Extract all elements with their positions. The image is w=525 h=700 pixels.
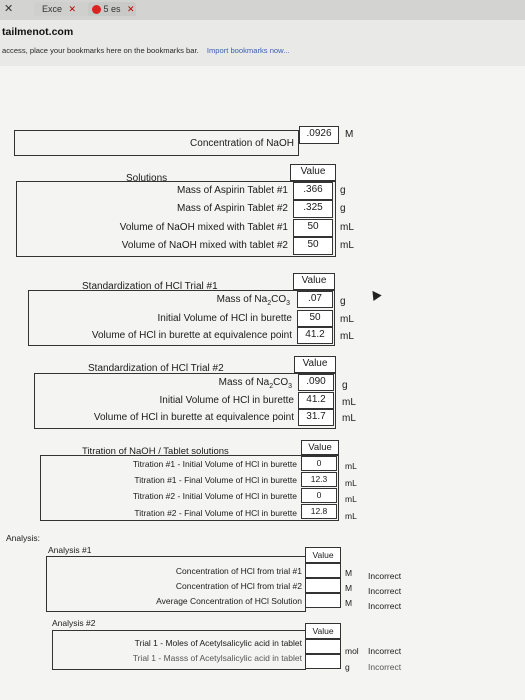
std2-label: Initial Volume of HCl in burette [159,395,294,406]
tab-label: Exce [42,4,63,14]
tab-close-icon[interactable]: ✕ [69,4,77,14]
titration-unit: mL [345,478,357,488]
analysis2-unit: g [345,662,350,672]
solution-label: Mass of Aspirin Tablet #1 [177,185,288,196]
titration-unit: mL [345,494,357,504]
std1-unit: mL [340,314,354,325]
analysis1-label: Concentration of HCl from trial #2 [175,581,302,591]
analysis2-label: Trial 1 - Moles of Acetylsalicylic acid … [134,638,302,648]
analysis1-label: Average Concentration of HCl Solution [156,596,302,606]
std2-value-header: Value [294,356,336,373]
analysis1-unit: M [345,598,353,608]
naoh-label-cell[interactable]: Concentration of NaOH [14,130,299,156]
titration-value-header: Value [301,440,339,455]
url-text: tailmenot.com [2,26,74,38]
browser-tab-bar: ✕ Exce ✕ 5 es ✕ [0,0,525,20]
std2-unit: g [342,380,348,391]
std2-label: Volume of HCl in burette at equivalence … [93,412,294,423]
solution-unit: mL [340,222,354,233]
titration-value[interactable]: 12.3 [301,472,337,487]
analysis2-status: Incorrect [368,646,402,656]
std1-unit: g [340,296,346,307]
std1-value[interactable]: 50 [297,310,333,327]
tab-label: 5 es [103,4,121,14]
std1-value[interactable]: 41.2 [297,327,333,344]
solution-unit: mL [340,240,354,251]
std1-value-header: Value [293,273,335,290]
record-icon [92,5,101,15]
titration-value[interactable]: 12.8 [301,504,337,519]
analysis2-value-header: Value [305,623,341,639]
analysis2-title: Analysis #2 [52,618,96,628]
solution-value[interactable]: 50 [293,219,333,237]
titration-unit: mL [345,461,357,471]
analysis1-status: Incorrect [368,601,402,611]
solution-label: Volume of NaOH mixed with Tablet #1 [119,222,288,233]
solution-value[interactable]: 50 [293,237,333,255]
analysis2-unit: mol [345,646,359,656]
titration-value[interactable]: 0 [301,488,337,503]
titration-label: Titration #2 - Final Volume of HCl in bu… [134,508,297,518]
close-icon[interactable]: ✕ [4,2,16,16]
address-bar[interactable]: tailmenot.com [0,26,525,42]
titration-unit: mL [345,511,357,521]
analysis1-unit: M [345,583,353,593]
solution-value[interactable]: .325 [293,200,333,218]
std1-label: Initial Volume of HCl in burette [157,313,292,324]
std2-value[interactable]: .090 [298,374,334,391]
std2-label: Mass of Na2CO3 [218,377,292,390]
tab-close-icon[interactable]: ✕ [127,4,135,14]
std2-value[interactable]: 31.7 [298,409,334,426]
analysis2-value-input[interactable] [305,639,341,654]
solution-label: Volume of NaOH mixed with tablet #2 [121,240,288,251]
tab-excel[interactable]: Exce ✕ [34,2,92,16]
bookmarks-hint: access, place your bookmarks here on the… [2,46,199,55]
solution-unit: g [340,185,346,196]
naoh-value-cell[interactable]: .0926 [299,126,339,144]
analysis-label: Analysis: [6,533,41,543]
analysis2-value-input[interactable] [305,654,341,669]
naoh-label: Concentration of NaOH [190,138,294,149]
bookmarks-bar: access, place your bookmarks here on the… [0,46,525,58]
titration-label: Titration #1 - Final Volume of HCl in bu… [134,475,297,485]
titration-label: Titration #2 - Initial Volume of HCl in … [132,491,297,501]
solution-unit: g [340,203,346,214]
std2-value[interactable]: 41.2 [298,392,334,409]
analysis2-label: Trial 1 - Masss of Acetylsalicylic acid … [132,653,302,663]
analysis1-value-input[interactable] [305,578,341,593]
titration-label: Titration #1 - Initial Volume of HCl in … [132,459,297,469]
solution-label: Mass of Aspirin Tablet #2 [177,203,288,214]
analysis2-status: Incorrect [368,662,402,672]
std1-label: Mass of Na2CO3 [216,294,290,307]
analysis1-status: Incorrect [368,571,402,581]
analysis1-label: Concentration of HCl from trial #1 [175,566,302,576]
analysis2-table [52,630,306,670]
solution-value[interactable]: .366 [293,182,333,200]
analysis1-title: Analysis #1 [48,545,92,555]
std1-unit: mL [340,331,354,342]
naoh-unit: M [345,129,354,140]
analysis1-unit: M [345,568,353,578]
import-bookmarks-link[interactable]: Import bookmarks now... [207,46,290,55]
tab-second[interactable]: 5 es ✕ [88,2,136,16]
analysis1-value-input[interactable] [305,563,341,578]
std2-unit: mL [342,397,356,408]
analysis1-value-header: Value [305,547,341,563]
std1-label: Volume of HCl in burette at equivalence … [91,330,292,341]
std2-unit: mL [342,413,356,424]
solutions-value-header: Value [290,164,336,181]
std1-value[interactable]: .07 [297,291,333,308]
titration-value[interactable]: 0 [301,456,337,471]
analysis1-value-input[interactable] [305,593,341,608]
analysis1-status: Incorrect [368,586,402,596]
